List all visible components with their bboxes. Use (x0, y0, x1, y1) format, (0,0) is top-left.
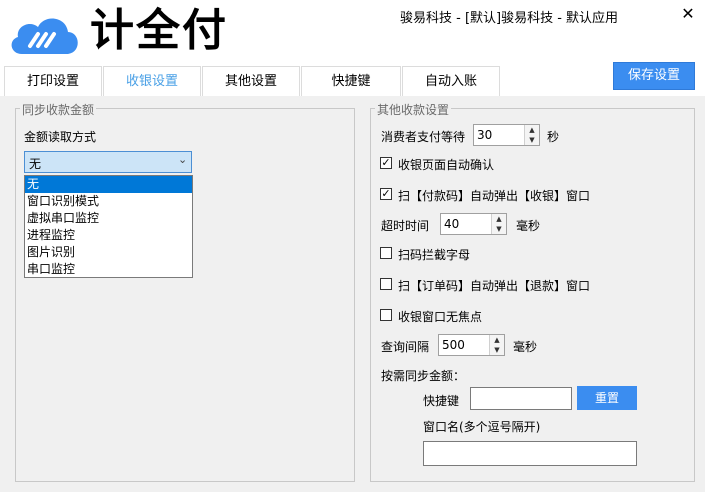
timeout-stepper[interactable]: 40 ▲ ▼ (440, 213, 507, 235)
scan-order-label: 扫【订单码】自动弹出【退款】窗口 (398, 279, 591, 293)
chevron-down-icon: ⌄ (178, 153, 188, 166)
check-icon: ✓ (381, 156, 391, 169)
tab-print-settings[interactable]: 打印设置 (4, 66, 102, 97)
hotkey-label: 快捷键 (423, 394, 460, 408)
spin-down-icon[interactable]: ▼ (492, 224, 506, 234)
dropdown-option[interactable]: 虚拟串口监控 (25, 210, 192, 227)
no-focus-label: 收银窗口无焦点 (398, 310, 483, 324)
spin-up-icon[interactable]: ▲ (492, 214, 506, 224)
read-mode-label: 金额读取方式 (24, 130, 97, 144)
sync-amount-legend: 同步收款金额 (20, 101, 97, 118)
timeout-value: 40 (444, 217, 460, 231)
query-interval-value: 500 (442, 338, 465, 352)
read-mode-value: 无 (29, 157, 42, 171)
wait-spin-buttons: ▲ ▼ (524, 125, 539, 145)
timeout-spin-buttons: ▲ ▼ (491, 214, 506, 234)
dropdown-option[interactable]: 进程监控 (25, 227, 192, 244)
dropdown-option[interactable]: 串口监控 (25, 261, 192, 278)
spin-up-icon[interactable]: ▲ (490, 335, 504, 345)
spin-up-icon[interactable]: ▲ (525, 125, 539, 135)
query-interval-stepper[interactable]: 500 ▲ ▼ (438, 334, 505, 356)
check-icon: ✓ (381, 187, 391, 200)
wait-label: 消费者支付等待 (381, 130, 466, 144)
intercept-letters-checkbox[interactable] (380, 247, 392, 259)
close-button[interactable]: ✕ (678, 4, 698, 24)
query-spin-buttons: ▲ ▼ (489, 335, 504, 355)
other-payment-legend: 其他收款设置 (375, 101, 452, 118)
read-mode-select[interactable]: 无 ⌄ (24, 151, 192, 173)
hotkey-input[interactable] (470, 387, 572, 410)
auto-confirm-label: 收银页面自动确认 (398, 158, 495, 172)
scan-pay-checkbox[interactable]: ✓ (380, 188, 392, 200)
query-interval-label: 查询间隔 (381, 340, 430, 354)
tab-auto-posting[interactable]: 自动入账 (402, 66, 500, 97)
window-title: 骏易科技 - [默认]骏易科技 - 默认应用 (400, 11, 619, 26)
window-name-label: 窗口名(多个逗号隔开) (423, 420, 541, 434)
dropdown-option[interactable]: 图片识别 (25, 244, 192, 261)
wait-value: 30 (477, 128, 493, 142)
wait-unit: 秒 (547, 130, 560, 144)
save-settings-button[interactable]: 保存设置 (613, 62, 695, 90)
read-mode-dropdown: 无 窗口识别模式 虚拟串口监控 进程监控 图片识别 串口监控 (24, 175, 193, 278)
no-focus-checkbox[interactable] (380, 309, 392, 321)
dropdown-option[interactable]: 窗口识别模式 (25, 193, 192, 210)
timeout-unit: 毫秒 (516, 219, 541, 233)
logo-cloud-icon (6, 10, 84, 58)
tab-cashier-settings[interactable]: 收银设置 (103, 66, 201, 97)
timeout-label: 超时时间 (381, 219, 430, 233)
spin-down-icon[interactable]: ▼ (525, 135, 539, 145)
logo-text: 计全付 (90, 5, 228, 56)
tab-bar: 打印设置 收银设置 其他设置 快捷键 自动入账 (0, 66, 705, 97)
auto-confirm-checkbox[interactable]: ✓ (380, 157, 392, 169)
spin-down-icon[interactable]: ▼ (490, 345, 504, 355)
scan-pay-label: 扫【付款码】自动弹出【收银】窗口 (398, 189, 591, 203)
tab-hotkeys[interactable]: 快捷键 (301, 66, 401, 97)
intercept-letters-label: 扫码拦截字母 (398, 248, 471, 262)
query-interval-unit: 毫秒 (513, 340, 538, 354)
on-demand-sync-label: 按需同步金额： (381, 369, 466, 383)
tab-other-settings[interactable]: 其他设置 (202, 66, 300, 97)
window-name-input[interactable] (423, 441, 637, 466)
scan-order-checkbox[interactable] (380, 278, 392, 290)
reset-button[interactable]: 重置 (577, 386, 637, 410)
wait-stepper[interactable]: 30 ▲ ▼ (473, 124, 540, 146)
dropdown-option[interactable]: 无 (25, 176, 192, 193)
